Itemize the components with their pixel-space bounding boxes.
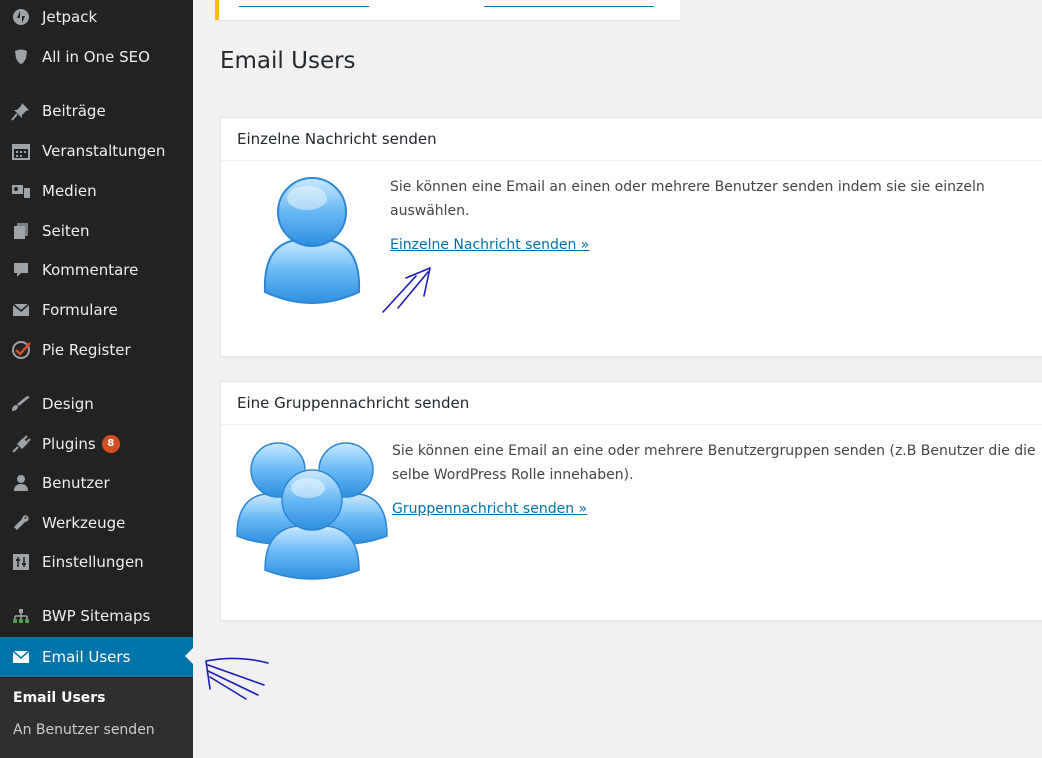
- mail-icon: [10, 299, 32, 321]
- sidebar-item-label: Seiten: [42, 222, 90, 240]
- box-description: Sie können eine Email an einen oder mehr…: [390, 179, 985, 219]
- main-content: Email Users Einzelne Nachricht senden Si…: [193, 0, 1042, 758]
- sidebar-item-label: Pie Register: [42, 341, 131, 359]
- box-description: Sie können eine Email an eine oder mehre…: [392, 443, 1036, 483]
- box-heading: Eine Gruppennachricht senden: [221, 382, 1042, 425]
- sidebar-item-formulare[interactable]: Formulare: [0, 291, 193, 329]
- sidebar-item-benutzer[interactable]: Benutzer: [0, 464, 193, 502]
- sidebar-item-email-users[interactable]: Email Users: [0, 637, 194, 677]
- admin-sidebar: Jetpack All in One SEO Beiträge Veransta…: [0, 0, 194, 758]
- comment-icon: [10, 259, 32, 281]
- sidebar-item-label: Kommentare: [42, 261, 139, 279]
- submenu-item-an-benutzer-senden[interactable]: An Benutzer senden: [13, 722, 155, 738]
- page-title: Email Users: [220, 48, 356, 74]
- admin-notice: [215, 0, 680, 20]
- calendar-icon: [10, 140, 32, 162]
- single-message-link[interactable]: Einzelne Nachricht senden »: [390, 237, 589, 253]
- check-circle-icon: [10, 339, 32, 361]
- settings-icon: [10, 551, 32, 573]
- sidebar-item-einstellungen[interactable]: Einstellungen: [0, 543, 193, 581]
- user-icon: [10, 472, 32, 494]
- sidebar-item-label: Veranstaltungen: [42, 142, 166, 160]
- sidebar-item-kommentare[interactable]: Kommentare: [0, 251, 193, 289]
- sidebar-item-label: Jetpack: [42, 8, 98, 26]
- jetpack-icon: [10, 6, 32, 28]
- pin-icon: [10, 100, 32, 122]
- sidebar-item-pie-register[interactable]: Pie Register: [0, 331, 193, 369]
- sidebar-item-label: Plugins: [42, 434, 96, 453]
- sidebar-item-werkzeuge[interactable]: Werkzeuge: [0, 504, 193, 542]
- sidebar-item-label: All in One SEO: [42, 48, 150, 66]
- group-message-box: Eine Gruppennachricht senden Sie können …: [220, 381, 1042, 621]
- notice-link[interactable]: [484, 6, 654, 7]
- sidebar-item-label: Formulare: [42, 301, 118, 319]
- sidebar-item-jetpack[interactable]: Jetpack: [0, 0, 193, 36]
- envelope-icon: [10, 646, 32, 668]
- sidebar-item-label: Beiträge: [42, 102, 106, 120]
- sidebar-item-label: Benutzer: [42, 474, 110, 492]
- sidebar-item-label: Werkzeuge: [42, 514, 126, 532]
- sidebar-item-seiten[interactable]: Seiten: [0, 212, 193, 250]
- paintbrush-icon: [10, 393, 32, 415]
- submenu-item-email-users[interactable]: Email Users: [13, 690, 106, 706]
- user-group-icon: [235, 438, 395, 592]
- sidebar-item-veranstaltungen[interactable]: Veranstaltungen: [0, 132, 193, 170]
- sidebar-item-label: Einstellungen: [42, 553, 144, 571]
- email-users-submenu: Email Users An Benutzer senden: [0, 678, 193, 758]
- sidebar-item-beitraege[interactable]: Beiträge: [0, 92, 193, 130]
- notice-link[interactable]: [239, 6, 369, 7]
- group-message-link[interactable]: Gruppennachricht senden »: [392, 501, 587, 517]
- single-message-box: Einzelne Nachricht senden Sie können ein…: [220, 117, 1042, 357]
- sidebar-item-label: Email Users: [42, 648, 131, 666]
- sidebar-item-medien[interactable]: Medien: [0, 172, 193, 210]
- pages-icon: [10, 220, 32, 242]
- box-heading: Einzelne Nachricht senden: [221, 118, 1042, 161]
- wrench-icon: [10, 512, 32, 534]
- sidebar-item-label: Design: [42, 395, 94, 413]
- sitemap-icon: [10, 605, 32, 627]
- sidebar-item-plugins[interactable]: Plugins 8: [0, 425, 193, 463]
- update-count-badge: 8: [101, 435, 120, 454]
- plug-icon: [10, 433, 32, 455]
- sidebar-item-label: BWP Sitemaps: [42, 607, 151, 625]
- sidebar-item-design[interactable]: Design: [0, 385, 193, 423]
- single-user-icon: [257, 174, 367, 318]
- media-icon: [10, 180, 32, 202]
- sidebar-item-all-in-one-seo[interactable]: All in One SEO: [0, 38, 193, 76]
- shield-icon: [10, 46, 32, 68]
- sidebar-item-bwp-sitemaps[interactable]: BWP Sitemaps: [0, 597, 193, 635]
- sidebar-item-label: Medien: [42, 182, 97, 200]
